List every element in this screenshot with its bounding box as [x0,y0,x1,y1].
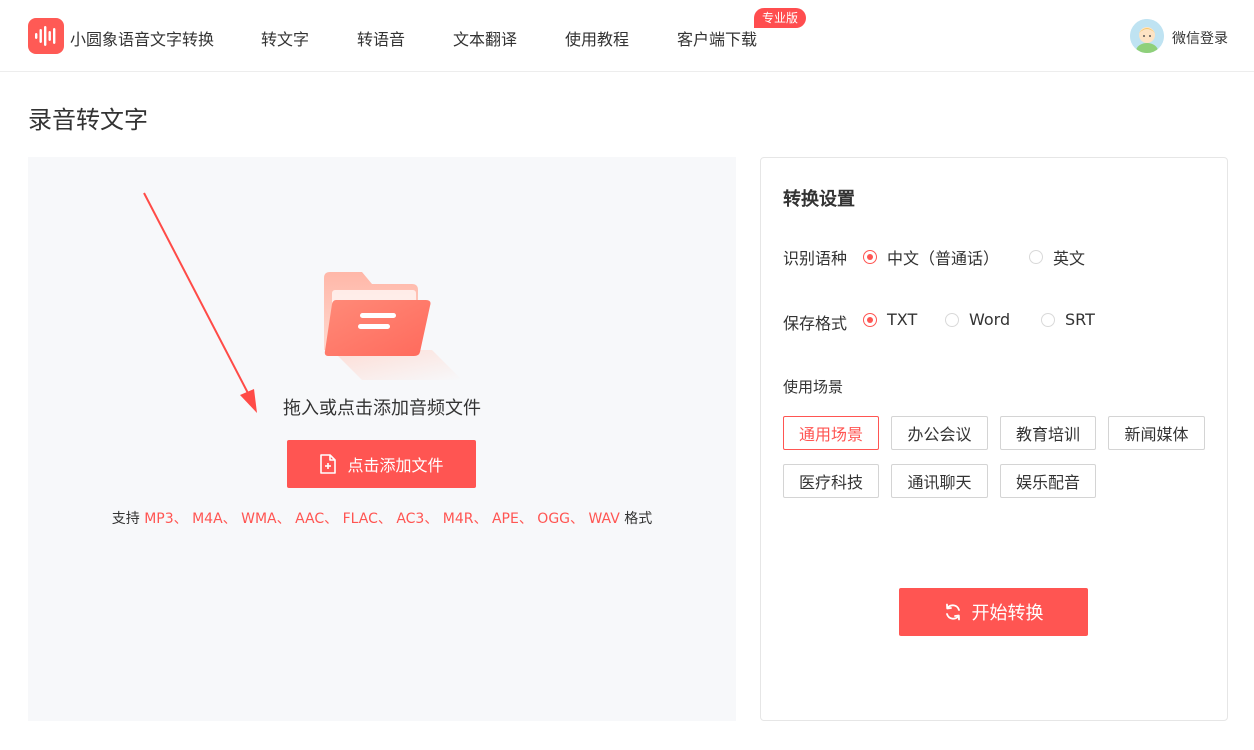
radio-unchecked-icon [945,312,959,327]
scene-tag-entertainment[interactable]: 娱乐配音 [1000,464,1096,498]
start-convert-button[interactable]: 开始转换 [899,588,1088,636]
refresh-icon [945,603,960,621]
format-item: AAC、 [295,511,339,527]
wechat-login-link[interactable]: 微信登录 [1172,28,1228,48]
nav-item-to-text[interactable]: 转文字 [261,26,309,50]
formats-prefix: 支持 [111,511,140,527]
supported-formats: 支持 MP3、 M4A、 WMA、 AAC、 FLAC、 AC3、 M4R、 A… [28,508,736,528]
folder-icon [324,272,462,380]
radio-label: Word [969,310,1011,329]
radio-format-srt[interactable]: SRT [1041,310,1095,329]
top-header: 小圆象语音文字转换 转文字 转语音 文本翻译 使用教程 客户端下载 专业版 微信… [0,0,1254,72]
nav-item-tutorial[interactable]: 使用教程 [565,26,629,50]
app-name[interactable]: 小圆象语音文字转换 [70,26,214,50]
scene-label: 使用场景 [783,378,844,396]
radio-label: SRT [1065,310,1095,329]
format-item: MP3、 [144,511,188,527]
format-item: M4R、 [442,511,488,527]
formats-suffix: 格式 [624,511,653,527]
language-label: 识别语种 [783,249,848,268]
radio-language-english[interactable]: 英文 [1029,245,1085,269]
format-item: AC3、 [396,511,439,527]
nav-item-to-speech[interactable]: 转语音 [357,26,405,50]
conversion-settings-panel: 转换设置 识别语种 中文（普通话） 英文 保存格式 TXT Word SRT 使… [760,157,1228,721]
radio-unchecked-icon [1041,312,1055,327]
add-file-button[interactable]: 点击添加文件 [287,440,476,488]
formats-list: MP3、 M4A、 WMA、 AAC、 FLAC、 AC3、 M4R、 APE、… [144,511,620,527]
user-avatar-icon [1130,19,1164,53]
radio-checked-icon [863,312,877,327]
radio-checked-icon [863,250,877,264]
radio-label: 中文（普通话） [887,249,1000,268]
format-item: M4A、 [192,511,237,527]
settings-title: 转换设置 [783,189,855,210]
radio-unchecked-icon [1029,250,1043,264]
start-convert-label: 开始转换 [971,603,1044,624]
nav-item-client-download[interactable]: 客户端下载 [677,26,757,50]
upload-dropzone[interactable]: 拖入或点击添加音频文件 点击添加文件 支持 MP3、 M4A、 WMA、 AAC… [28,157,736,721]
pro-badge: 专业版 [754,8,807,28]
add-file-icon [320,454,337,474]
drop-hint-text: 拖入或点击添加音频文件 [283,398,481,419]
format-item: FLAC、 [342,511,392,527]
format-item: OGG、 [537,511,585,527]
scene-tag-general[interactable]: 通用场景 [783,416,879,450]
add-file-label: 点击添加文件 [347,456,444,475]
red-arrow-annotation [143,192,257,413]
radio-format-word[interactable]: Word [945,310,1010,329]
scene-tag-medical[interactable]: 医疗科技 [783,464,879,498]
radio-label: TXT [887,310,918,329]
scene-tag-education[interactable]: 教育培训 [1000,416,1096,450]
radio-label: 英文 [1053,249,1086,268]
format-item: APE、 [491,511,533,527]
scene-tag-chat[interactable]: 通讯聊天 [891,464,988,498]
format-item: WMA、 [241,511,291,527]
app-logo[interactable] [28,18,64,54]
nav-item-translate[interactable]: 文本翻译 [453,26,517,50]
avatar[interactable] [1130,19,1164,53]
scene-tag-news-media[interactable]: 新闻媒体 [1108,416,1205,450]
radio-format-txt[interactable]: TXT [863,310,917,329]
page-title: 录音转文字 [28,106,148,134]
format-label: 保存格式 [783,314,848,333]
scene-tag-office-meeting[interactable]: 办公会议 [891,416,988,450]
format-item: WAV [588,511,620,527]
radio-language-chinese[interactable]: 中文（普通话） [863,245,999,269]
waveform-icon [35,26,56,46]
